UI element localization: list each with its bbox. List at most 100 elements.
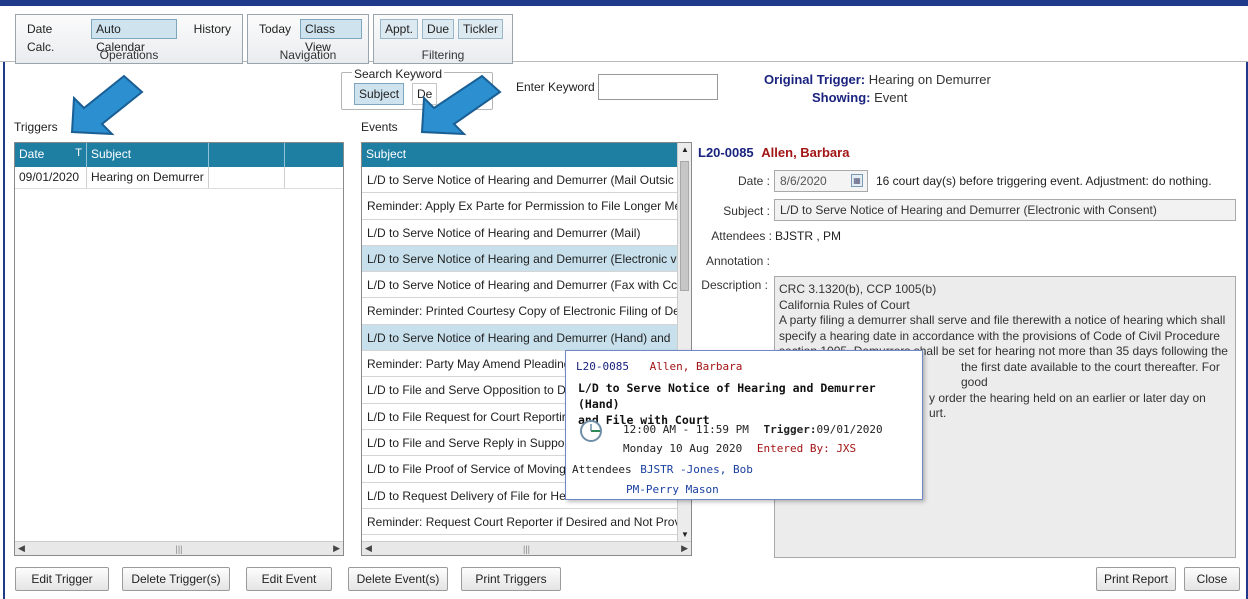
calendar-icon[interactable]: ▦ bbox=[851, 174, 863, 187]
ribbon-group-filtering: Appt. Due Tickler Filtering bbox=[373, 14, 513, 64]
table-cell bbox=[285, 167, 343, 188]
tooltip-trigger-value: 09/01/2020 bbox=[816, 423, 883, 436]
arrow-icon bbox=[70, 74, 144, 136]
original-trigger-value: Hearing on Demurrer bbox=[868, 72, 991, 87]
triggers-horizontal-scrollbar[interactable]: ◀ ||| ▶ bbox=[15, 541, 343, 555]
table-cell bbox=[209, 167, 285, 188]
arrow-icon bbox=[420, 74, 502, 136]
date-label: Date : bbox=[737, 174, 770, 188]
events-label: Events bbox=[361, 120, 398, 134]
original-trigger-info: Original Trigger: Hearing on Demurrer bbox=[764, 72, 991, 87]
showing-label: Showing: bbox=[812, 90, 871, 105]
column-header-date[interactable]: Date T bbox=[15, 143, 87, 167]
description-line: A party filing a demurrer shall serve an… bbox=[779, 313, 1226, 327]
scroll-down-icon[interactable]: ▼ bbox=[681, 530, 689, 539]
ribbon-toolbar: Date Calc. Auto Calendar History Operati… bbox=[0, 6, 1248, 64]
date-field[interactable]: 8/6/2020 ▦ bbox=[774, 170, 868, 192]
print-report-button[interactable]: Print Report bbox=[1096, 567, 1176, 591]
tickler-filter-button[interactable]: Tickler bbox=[458, 19, 503, 39]
tooltip-entered-by: Entered By: JXS bbox=[756, 442, 857, 455]
description-line: California Rules of Court bbox=[779, 297, 910, 312]
scroll-thumb[interactable] bbox=[680, 161, 689, 291]
filter-icon[interactable]: T bbox=[75, 147, 82, 159]
tooltip-trigger-label: Trigger: bbox=[763, 423, 817, 436]
tooltip-attendees-label: Attendees bbox=[572, 463, 632, 476]
search-subject-button[interactable]: Subject bbox=[354, 83, 405, 105]
scroll-right-icon[interactable]: ▶ bbox=[333, 543, 340, 554]
appt-filter-button[interactable]: Appt. bbox=[380, 19, 419, 39]
column-header-subject[interactable]: Subject bbox=[362, 143, 677, 167]
tooltip-attendee: PM-Perry Mason bbox=[626, 483, 719, 496]
event-case-header: L20-0085 Allen, Barbara bbox=[698, 145, 849, 160]
history-button[interactable]: History bbox=[189, 19, 236, 39]
scroll-thumb-grip-icon: ||| bbox=[522, 543, 530, 554]
ribbon-group-label-navigation: Navigation bbox=[279, 48, 337, 62]
attendees-value: BJSTR , PM bbox=[775, 229, 842, 243]
list-item[interactable]: Reminder: Request Court Reporter if Desi… bbox=[362, 509, 677, 536]
date-note: 16 court day(s) before triggering event.… bbox=[876, 174, 1212, 188]
event-tooltip: L20-0085 Allen, Barbara L/D to Serve Not… bbox=[565, 350, 923, 500]
scroll-left-icon[interactable]: ◀ bbox=[365, 543, 372, 554]
triggers-label: Triggers bbox=[14, 120, 58, 134]
scroll-thumb-grip-icon: ||| bbox=[175, 543, 183, 554]
ribbon-group-label-filtering: Filtering bbox=[421, 48, 465, 62]
attendees-label: Attendees : bbox=[711, 229, 772, 243]
tooltip-title-line: L/D to Serve Notice of Hearing and Demur… bbox=[578, 381, 876, 411]
delete-events-button[interactable]: Delete Event(s) bbox=[348, 567, 448, 591]
list-item[interactable]: L/D to Serve Notice of Hearing and Demur… bbox=[362, 272, 677, 299]
close-button[interactable]: Close bbox=[1184, 567, 1240, 591]
window-left-border bbox=[3, 62, 5, 599]
description-line: specify a hearing date in accordance wit… bbox=[779, 328, 1220, 343]
keyword-label: Enter Keyword bbox=[516, 80, 595, 94]
list-item[interactable]: Reminder: Apply Ex Parte for Permission … bbox=[362, 193, 677, 220]
print-triggers-button[interactable]: Print Triggers bbox=[461, 567, 561, 591]
scroll-up-icon[interactable]: ▲ bbox=[681, 145, 689, 154]
due-filter-button[interactable]: Due bbox=[422, 19, 455, 39]
ribbon-group-label-operations: Operations bbox=[99, 48, 159, 62]
list-item[interactable]: L/D to Serve Notice of Hearing and Demur… bbox=[362, 324, 677, 352]
events-grid-header: Subject bbox=[362, 143, 677, 167]
column-header-date-label: Date bbox=[19, 147, 45, 161]
showing-info: Showing: Event bbox=[812, 90, 907, 105]
scroll-left-icon[interactable]: ◀ bbox=[18, 543, 25, 554]
list-item[interactable]: L/D to Serve Notice of Hearing and Demur… bbox=[362, 167, 677, 194]
trigger-date-cell: 09/01/2020 bbox=[15, 167, 87, 188]
edit-trigger-button[interactable]: Edit Trigger bbox=[15, 567, 109, 591]
trigger-subject-cell: Hearing on Demurrer bbox=[87, 167, 209, 188]
description-line: CRC 3.1320(b), CCP 1005(b) bbox=[779, 282, 937, 296]
original-trigger-label: Original Trigger: bbox=[764, 72, 866, 87]
auto-calendar-button[interactable]: Auto Calendar bbox=[91, 19, 177, 54]
party-name: Allen, Barbara bbox=[761, 145, 850, 160]
tooltip-case-number: L20-0085 bbox=[576, 360, 629, 373]
tooltip-attendee: BJSTR -Jones, Bob bbox=[640, 463, 753, 476]
edit-event-button[interactable]: Edit Event bbox=[246, 567, 332, 591]
column-header-empty[interactable] bbox=[209, 143, 285, 167]
showing-value: Event bbox=[874, 90, 908, 105]
date-calc-button[interactable]: Date Calc. bbox=[22, 19, 87, 54]
delete-triggers-button[interactable]: Delete Trigger(s) bbox=[122, 567, 230, 591]
list-item[interactable]: L/D to Serve Notice of Hearing and Demur… bbox=[362, 245, 677, 273]
table-row[interactable]: 09/01/2020 Hearing on Demurrer bbox=[15, 167, 343, 189]
ribbon-group-navigation: Today Class View Navigation bbox=[247, 14, 369, 64]
description-label: Description : bbox=[701, 278, 768, 292]
case-number: L20-0085 bbox=[698, 145, 754, 160]
column-header-empty[interactable] bbox=[285, 143, 343, 167]
events-horizontal-scrollbar[interactable]: ◀ ||| ▶ bbox=[362, 541, 691, 555]
subject-field[interactable]: L/D to Serve Notice of Hearing and Demur… bbox=[774, 199, 1236, 221]
tooltip-date: Monday 10 Aug 2020 bbox=[623, 442, 743, 455]
today-button[interactable]: Today bbox=[254, 19, 296, 39]
list-item[interactable]: Reminder: Printed Courtesy Copy of Elect… bbox=[362, 298, 677, 325]
list-item[interactable]: L/D to Serve Notice of Hearing and Demur… bbox=[362, 220, 677, 246]
scroll-right-icon[interactable]: ▶ bbox=[681, 543, 688, 554]
keyword-input[interactable] bbox=[598, 74, 718, 100]
date-value: 8/6/2020 bbox=[780, 174, 827, 188]
tooltip-title: L/D to Serve Notice of Hearing and Demur… bbox=[578, 380, 922, 428]
triggers-grid-header: Date T Subject bbox=[15, 143, 343, 167]
tooltip-party-name: Allen, Barbara bbox=[649, 360, 743, 373]
annotation-label: Annotation : bbox=[705, 254, 770, 268]
triggers-grid: Date T Subject 09/01/2020 Hearing on Dem… bbox=[14, 142, 344, 556]
class-view-button[interactable]: Class View bbox=[300, 19, 362, 54]
column-header-subject[interactable]: Subject bbox=[87, 143, 209, 167]
ribbon-group-operations: Date Calc. Auto Calendar History Operati… bbox=[15, 14, 243, 64]
tooltip-time: 12:00 AM - 11:59 PM bbox=[623, 423, 749, 436]
